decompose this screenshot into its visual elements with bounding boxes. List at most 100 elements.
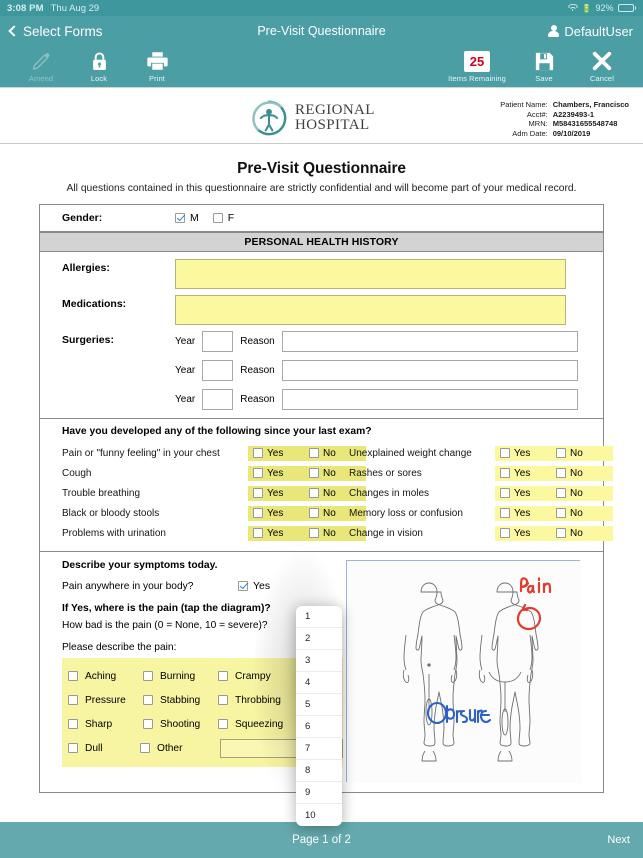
pain-type-checkbox[interactable] [218, 671, 228, 681]
developed-no-option[interactable]: No [556, 508, 608, 519]
developed-yes-option[interactable]: Yes [253, 448, 305, 459]
pain-type-checkbox[interactable] [143, 695, 153, 705]
pain-type-option[interactable]: Throbbing [218, 695, 297, 706]
developed-yes-option[interactable]: Yes [500, 508, 552, 519]
surgeries-label: Surgeries: [62, 334, 114, 346]
surgery-reason-input-2[interactable] [281, 360, 578, 381]
developed-no-checkbox[interactable] [556, 468, 566, 478]
developed-no-checkbox[interactable] [309, 528, 319, 538]
developed-yes-checkbox[interactable] [500, 468, 510, 478]
developed-yes-checkbox[interactable] [500, 488, 510, 498]
developed-yes-checkbox[interactable] [500, 528, 510, 538]
pain-type-other-checkbox[interactable] [140, 743, 151, 753]
amend-button[interactable]: Amend [12, 48, 70, 83]
select-forms-back-button[interactable]: Select Forms [8, 24, 103, 39]
gender-female-checkbox[interactable] [212, 213, 223, 223]
developed-yes-checkbox[interactable] [253, 528, 263, 538]
pain-type-option[interactable]: Squeezing [218, 719, 297, 730]
developed-yes-option[interactable]: Yes [253, 528, 305, 539]
pain-type-option[interactable]: Dull [68, 743, 140, 754]
gender-male-checkbox[interactable] [175, 213, 185, 223]
developed-no-checkbox[interactable] [309, 468, 319, 478]
dropdown-option[interactable]: 3 [296, 650, 342, 672]
body-diagram[interactable] [346, 560, 581, 783]
developed-yes-option[interactable]: Yes [500, 528, 552, 539]
dropdown-option[interactable]: 7 [296, 738, 342, 760]
pain-type-checkbox[interactable] [68, 695, 78, 705]
pain-type-option[interactable]: Burning [143, 671, 218, 682]
developed-yes-checkbox[interactable] [253, 508, 263, 518]
mrn-value: M58431655548748 [552, 119, 618, 129]
developed-yes-option[interactable]: Yes [500, 468, 552, 479]
document-subtitle: All questions contained in this question… [66, 183, 577, 194]
developed-yes-checkbox[interactable] [253, 468, 263, 478]
cancel-button[interactable]: Cancel [573, 48, 631, 83]
developed-no-checkbox[interactable] [309, 488, 319, 498]
gender-option-male[interactable]: M [175, 212, 199, 224]
developed-yes-option[interactable]: Yes [253, 468, 305, 479]
dropdown-option[interactable]: 10 [296, 804, 342, 826]
next-page-button[interactable]: Next [607, 834, 630, 846]
developed-no-option[interactable]: No [556, 468, 608, 479]
medications-input[interactable] [175, 295, 566, 325]
developed-yes-checkbox[interactable] [253, 448, 263, 458]
pain-type-checkbox[interactable] [68, 719, 78, 729]
developed-no-checkbox[interactable] [556, 448, 566, 458]
developed-no-checkbox[interactable] [556, 508, 566, 518]
save-button[interactable]: Save [515, 48, 573, 83]
items-remaining-button[interactable]: 25 Items Remaining [439, 48, 515, 83]
pain-type-option[interactable]: Stabbing [143, 695, 218, 706]
pain-severity-dropdown[interactable]: 1 2 3 4 5 6 7 8 9 10 [296, 606, 342, 826]
developed-no-option[interactable]: No [556, 488, 608, 499]
dropdown-option[interactable]: 4 [296, 672, 342, 694]
developed-no-checkbox[interactable] [309, 508, 319, 518]
developed-yes-option[interactable]: Yes [253, 488, 305, 499]
yes-label: Yes [514, 487, 531, 499]
developed-no-checkbox[interactable] [556, 528, 566, 538]
lock-button[interactable]: Lock [70, 48, 128, 83]
pain-type-checkbox[interactable] [218, 695, 228, 705]
form-toolbar: Amend Lock Print 25 Items Remaining Save… [0, 46, 643, 88]
user-menu-button[interactable]: DefaultUser [548, 24, 633, 39]
gender-option-female[interactable]: F [212, 212, 234, 224]
pain-type-option[interactable]: Pressure [68, 695, 143, 706]
developed-yes-checkbox[interactable] [253, 488, 263, 498]
surgery-year-input-2[interactable] [202, 360, 234, 381]
dropdown-option[interactable]: 8 [296, 760, 342, 782]
dropdown-option[interactable]: 9 [296, 782, 342, 804]
pain-type-option[interactable]: Shooting [143, 719, 218, 730]
pain-type-option-other[interactable]: Other [140, 743, 212, 754]
pain-type-checkbox[interactable] [143, 719, 153, 729]
developed-yes-option[interactable]: Yes [253, 508, 305, 519]
dropdown-option[interactable]: 2 [296, 628, 342, 650]
pain-type-option[interactable]: Sharp [68, 719, 143, 730]
pain-type-checkbox[interactable] [218, 719, 228, 729]
developed-yes-option[interactable]: Yes [500, 488, 552, 499]
surgery-year-input-1[interactable] [202, 331, 234, 352]
surgery-year-input-3[interactable] [202, 389, 234, 410]
surgery-reason-input-1[interactable] [281, 331, 578, 352]
developed-no-checkbox[interactable] [309, 448, 319, 458]
developed-no-option[interactable]: No [556, 528, 608, 539]
developed-yes-checkbox[interactable] [500, 448, 510, 458]
pain-type-checkbox[interactable] [68, 671, 78, 681]
dropdown-option[interactable]: 1 [296, 606, 342, 628]
dropdown-option[interactable]: 5 [296, 694, 342, 716]
pain-type-option[interactable]: Crampy [218, 671, 297, 682]
developed-yes-checkbox[interactable] [500, 508, 510, 518]
developed-no-option[interactable]: No [556, 448, 608, 459]
chevron-left-icon [8, 25, 20, 37]
developed-yes-option[interactable]: Yes [500, 448, 552, 459]
dropdown-option[interactable]: 6 [296, 716, 342, 738]
surgery-reason-input-3[interactable] [281, 389, 578, 410]
developed-no-checkbox[interactable] [556, 488, 566, 498]
lock-icon [91, 50, 108, 72]
pain-type-checkbox[interactable] [68, 743, 78, 753]
allergies-input[interactable] [175, 259, 566, 289]
yes-label: Yes [514, 467, 531, 479]
pain-anywhere-yes-option[interactable]: Yes [238, 580, 270, 592]
pain-type-checkbox[interactable] [143, 671, 153, 681]
pain-type-option[interactable]: Aching [68, 671, 143, 682]
pain-anywhere-yes-checkbox[interactable] [238, 581, 248, 591]
print-button[interactable]: Print [128, 48, 186, 83]
